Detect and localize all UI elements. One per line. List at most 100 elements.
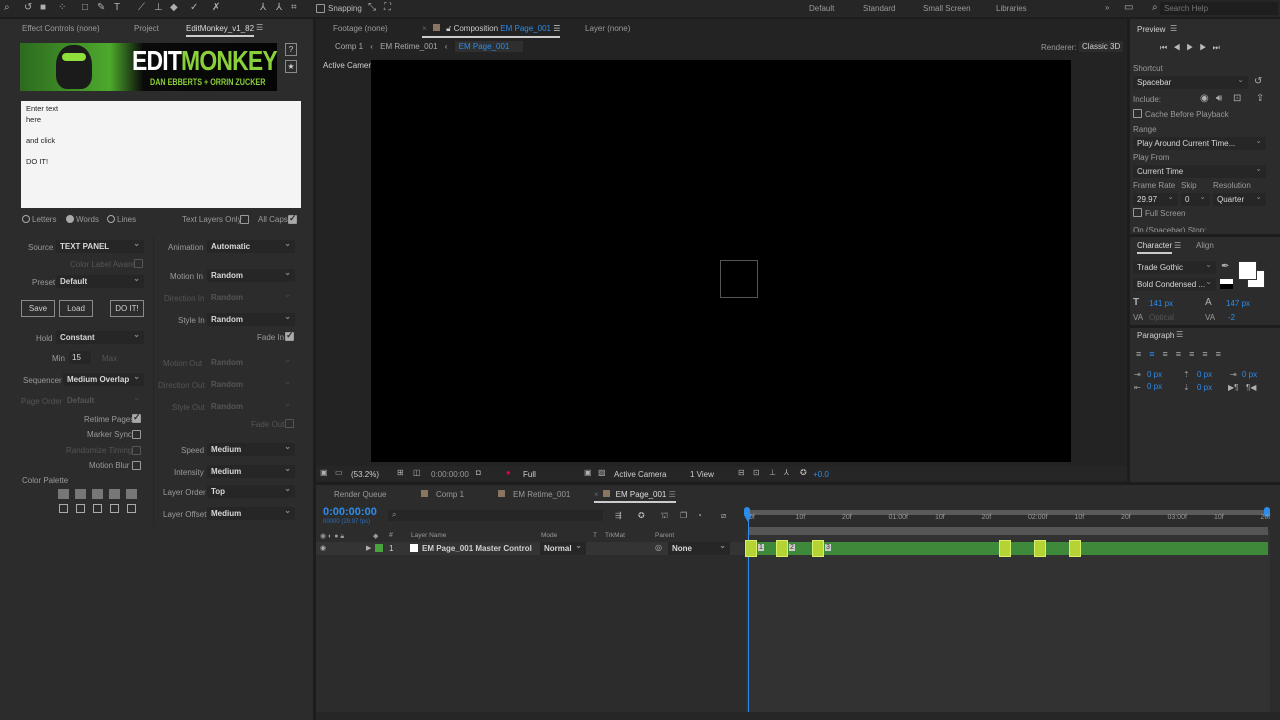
sequencer-dropdown[interactable]: Medium Overlap [63, 372, 144, 386]
search-tool-icon[interactable]: ⌕ [4, 3, 10, 13]
pan-tool-icon[interactable]: ⁘ [58, 3, 66, 13]
text-input-area[interactable] [21, 101, 301, 208]
current-time-display[interactable]: 0:00:00:00 [431, 470, 469, 479]
panel-menu-icon[interactable]: ☰ [1176, 330, 1183, 340]
layer-order-dropdown[interactable]: Top [207, 484, 295, 498]
sync-settings-icon[interactable]: ▭ [1124, 3, 1133, 13]
indent-right-value[interactable]: 0 px [1147, 382, 1162, 391]
help-button[interactable]: ? [285, 43, 297, 56]
parent-dropdown[interactable]: None [668, 541, 730, 555]
camera-tool-icon[interactable]: ■ [40, 3, 46, 13]
rectangle-tool-icon[interactable]: □ [82, 3, 88, 13]
font-style-dropdown[interactable]: Bold Condensed ... [1133, 277, 1216, 291]
motion-in-dropdown[interactable]: Random [207, 268, 295, 282]
motion-blur-checkbox[interactable] [132, 461, 141, 470]
skip-dropdown[interactable]: 0 [1181, 192, 1210, 206]
fast-previews-icon[interactable]: ⊡ [753, 468, 760, 478]
load-button[interactable]: Load [59, 300, 93, 317]
stamp-tool-icon[interactable]: ⊥ [154, 3, 163, 13]
include-overlays-icon[interactable]: ⊡ [1233, 94, 1241, 104]
rotate-tool-icon[interactable]: ↺ [24, 3, 32, 13]
workspace-small-screen[interactable]: Small Screen [923, 4, 971, 13]
exposure-value[interactable]: +0.0 [813, 470, 829, 479]
layer-mode-dropdown[interactable]: Normal [540, 541, 586, 555]
text-tool-icon[interactable]: T [114, 3, 120, 13]
snap-icon[interactable]: ⤡ [368, 3, 376, 13]
exposure-icon[interactable]: ✪ [800, 468, 807, 478]
full-screen-checkbox[interactable] [1133, 208, 1142, 217]
export-icon[interactable]: ⇪ [1256, 94, 1264, 104]
axis-view-icon[interactable]: ⌗ [291, 3, 297, 13]
grid-icon[interactable]: ⊞ [397, 468, 404, 478]
color-swatch-5[interactable] [126, 489, 137, 499]
magnification-dropdown[interactable]: (53.2%) [351, 470, 379, 479]
align-left-icon[interactable]: ≡ [1136, 349, 1149, 359]
save-button[interactable]: Save [21, 300, 55, 317]
draft-3d-icon[interactable]: ✪ [638, 511, 645, 521]
justify-left-icon[interactable]: ≡ [1176, 349, 1189, 359]
lock-icon[interactable]: 🔓︎ [446, 24, 451, 33]
color-swatch-checkbox-1[interactable] [59, 504, 68, 513]
pickwhip-icon[interactable]: ◎ [655, 543, 662, 553]
do-it-button[interactable]: DO IT! [110, 300, 144, 317]
indent-left-value[interactable]: 0 px [1147, 370, 1162, 379]
font-family-dropdown[interactable]: Trade Gothic [1133, 260, 1216, 274]
layer-marker[interactable]: 1 [745, 540, 764, 557]
rtl-direction-icon[interactable]: ¶◀ [1246, 383, 1256, 393]
color-swatch-3[interactable] [92, 489, 103, 499]
color-swatch-checkbox-2[interactable] [76, 504, 85, 513]
layer-marker[interactable]: 2 [776, 540, 795, 557]
space-before-value[interactable]: 0 px [1197, 370, 1212, 379]
puppet-tool-icon[interactable]: ✗ [212, 3, 220, 13]
playhead-icon[interactable] [744, 515, 752, 522]
axis-world-icon[interactable]: ⅄ [276, 3, 282, 13]
tab-editmonkey[interactable]: EditMonkey_v1_82 [186, 24, 255, 37]
tab-character[interactable]: Character [1137, 241, 1173, 254]
split-words-radio[interactable]: Words [66, 215, 99, 224]
leading-value[interactable]: 147 px [1226, 299, 1250, 308]
color-swatch-2[interactable] [75, 489, 86, 499]
direction-in-dropdown[interactable]: Random [207, 290, 295, 304]
layer-label-color[interactable] [375, 544, 383, 552]
tracking-value[interactable]: -2 [1228, 313, 1235, 322]
workspace-default[interactable]: Default [809, 4, 834, 13]
channels-icon[interactable]: ● [506, 468, 511, 478]
layer-search-input[interactable]: ⌕ [388, 510, 603, 521]
frame-blending-icon[interactable]: ❐ [680, 511, 687, 521]
graph-editor-icon[interactable]: ⧄ [721, 511, 726, 521]
all-caps-checkbox[interactable] [288, 213, 297, 224]
next-frame-icon[interactable]: ▶︎ [1199, 43, 1212, 52]
more-workspaces-button[interactable]: » [1105, 3, 1109, 12]
always-preview-icon[interactable]: ▣ [320, 468, 328, 478]
animation-dropdown[interactable]: Automatic [207, 239, 295, 253]
reset-icon[interactable]: ↺ [1254, 77, 1262, 87]
include-video-icon[interactable]: ◉ [1200, 94, 1209, 104]
retime-pages-checkbox[interactable] [132, 412, 141, 423]
color-swatch-checkbox-5[interactable] [127, 504, 136, 513]
comp-mini-flowchart-icon[interactable]: ⇶ [615, 511, 622, 521]
tab-comp1[interactable]: Comp 1 [421, 490, 464, 499]
expand-triangle-icon[interactable]: ▶ [366, 544, 371, 554]
marker-sync-checkbox[interactable] [132, 430, 141, 439]
mask-visibility-icon[interactable]: ◫ [413, 468, 421, 478]
brush-tool-icon[interactable]: ⟋ [138, 3, 145, 13]
split-letters-radio[interactable]: Letters [22, 215, 56, 224]
indent-first-value[interactable]: 0 px [1242, 370, 1257, 379]
resolution-dropdown[interactable]: Full [523, 470, 577, 479]
hold-dropdown[interactable]: Constant [56, 330, 144, 344]
axis-local-icon[interactable]: ⅄ [260, 3, 266, 13]
snap-options-icon[interactable]: ⛶ [384, 3, 391, 13]
workspace-libraries[interactable]: Libraries [996, 4, 1027, 13]
layer-marker[interactable]: 3 [812, 540, 831, 557]
work-area-bar[interactable] [748, 510, 1268, 515]
direction-out-dropdown[interactable]: Random [207, 377, 295, 391]
color-swatch-1[interactable] [58, 489, 69, 499]
resolution-dropdown-preview[interactable]: Quarter [1213, 192, 1266, 206]
timeline-icon[interactable]: ⊥ [769, 468, 776, 478]
color-swatch-4[interactable] [109, 489, 120, 499]
timeline-current-time[interactable]: 0:00:00:00 [323, 506, 377, 518]
fade-out-checkbox[interactable] [285, 419, 294, 428]
color-swatch-checkbox-4[interactable] [110, 504, 119, 513]
favorite-button[interactable]: ★ [285, 60, 297, 73]
cache-before-playback-checkbox[interactable] [1133, 109, 1142, 118]
